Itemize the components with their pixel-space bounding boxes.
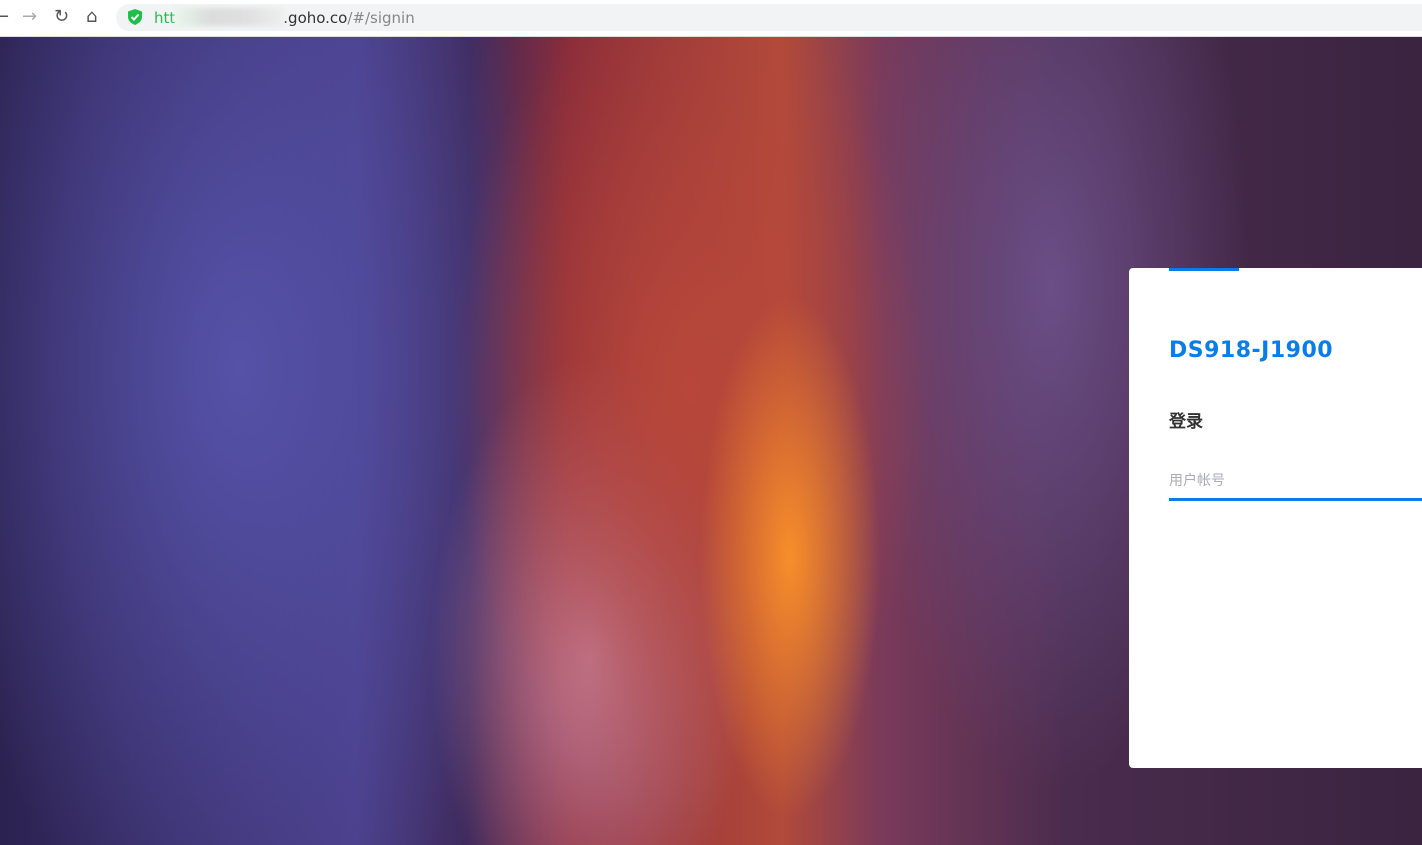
card-accent-bar xyxy=(1169,268,1239,271)
forward-button[interactable]: → xyxy=(22,6,37,28)
device-hostname: DS918-J1900 xyxy=(1169,338,1334,363)
browser-toolbar: ← → ↻ ⌂ htt .goho.co/#/signin xyxy=(0,0,1422,37)
username-input[interactable] xyxy=(1169,463,1422,501)
login-card: DS918-J1900 登录 xyxy=(1129,268,1422,768)
reload-button[interactable]: ↻ xyxy=(54,6,69,28)
redacted-url-part xyxy=(175,8,284,26)
secure-shield-icon xyxy=(128,9,142,25)
url-text: htt .goho.co/#/signin xyxy=(154,8,415,27)
back-button[interactable]: ← xyxy=(0,6,9,28)
address-bar[interactable]: htt .goho.co/#/signin xyxy=(116,4,1422,31)
login-title: 登录 xyxy=(1169,412,1203,432)
home-button[interactable]: ⌂ xyxy=(86,6,97,28)
